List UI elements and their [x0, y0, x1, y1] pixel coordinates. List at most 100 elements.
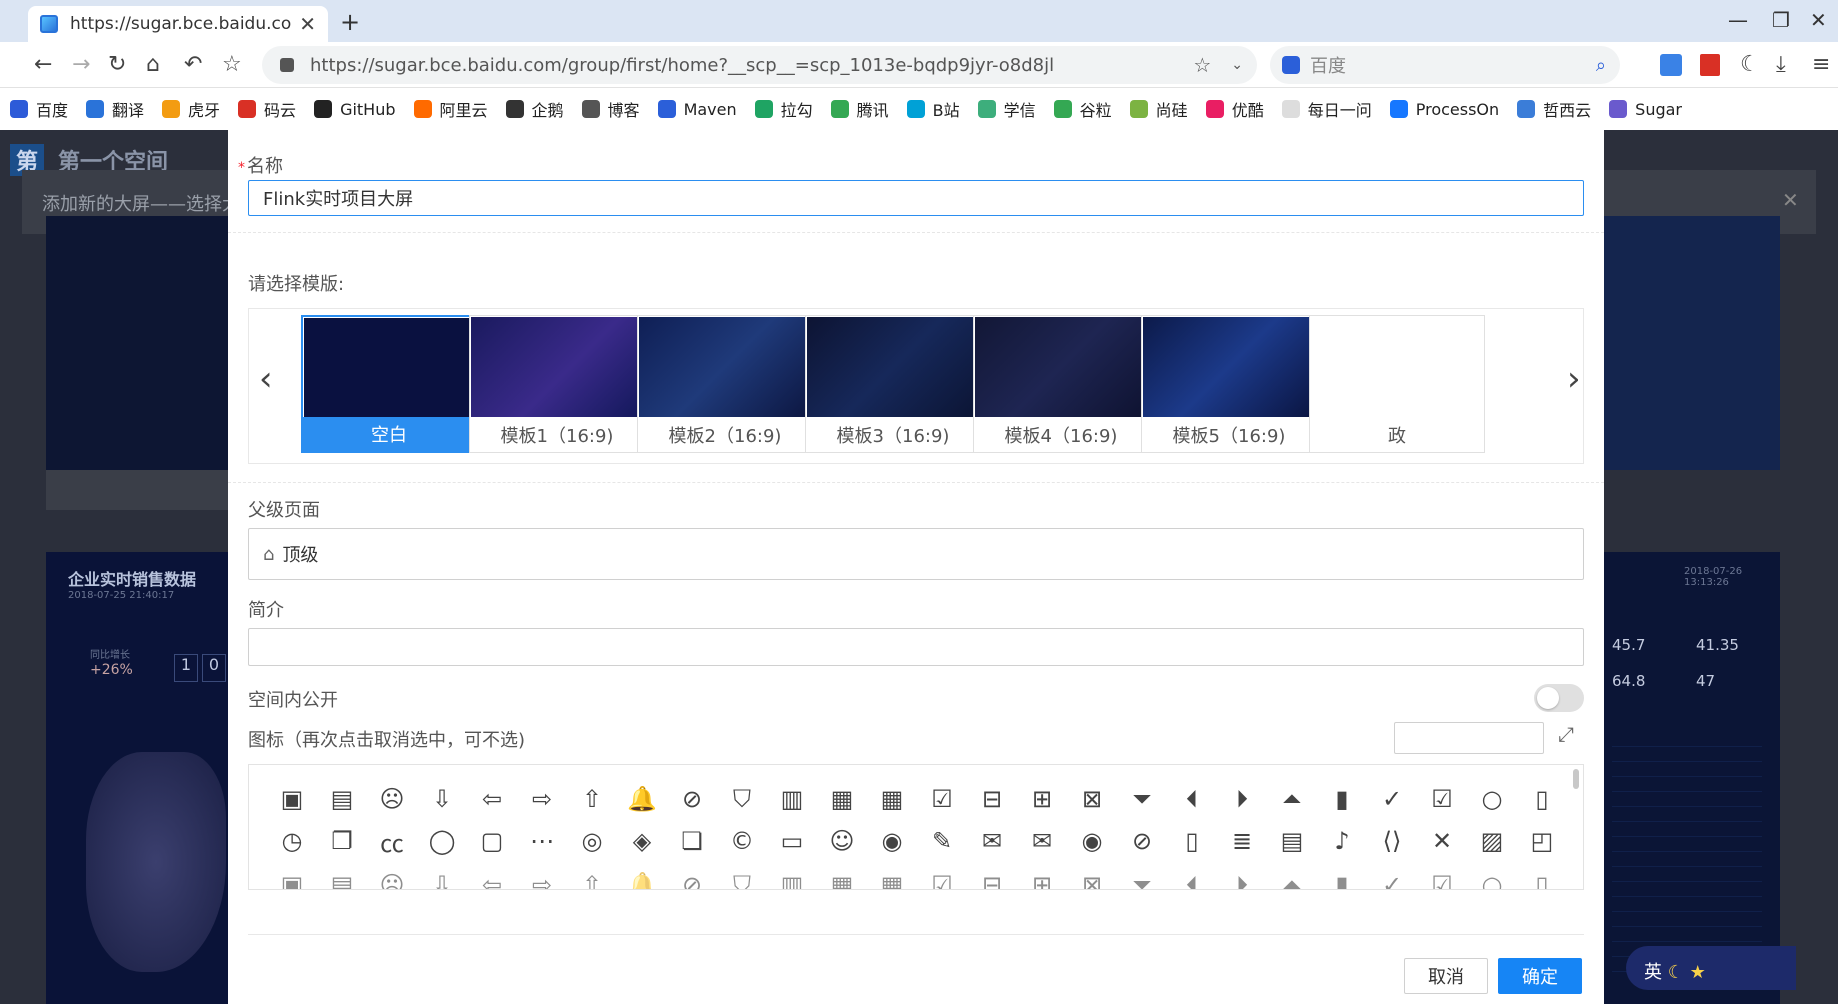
bookmark-12[interactable]: 学信 [977, 97, 1036, 121]
download-icon[interactable]: ⤓ [1776, 52, 1786, 77]
eye-icon[interactable]: ◉ [1067, 821, 1117, 861]
address-bar[interactable]: https://sugar.bce.baidu.com/group/first/… [262, 46, 1257, 84]
frown-icon[interactable]: ☹ [367, 779, 417, 819]
calendar-icon[interactable]: ▦ [817, 865, 867, 889]
back-icon[interactable]: ← [34, 52, 52, 77]
dizzy-icon[interactable]: ☺ [817, 821, 867, 861]
building-icon[interactable]: ▥ [767, 865, 817, 889]
file-code-icon[interactable]: ⟨⟩ [1367, 821, 1417, 861]
arrow-circle-down-icon[interactable]: ⇩ [417, 865, 467, 889]
file-image-icon[interactable]: ▨ [1467, 821, 1517, 861]
calendar-plus-icon[interactable]: ⊞ [1017, 779, 1067, 819]
bookmark-7[interactable]: 博客 [581, 97, 640, 121]
calendar-check-icon[interactable]: ☑ [917, 779, 967, 819]
comment-icon[interactable]: ◯ [417, 821, 467, 861]
star-icon[interactable]: ☆ [222, 52, 242, 77]
caret-square-left-icon[interactable]: ⏴ [1167, 779, 1217, 819]
bookmark-10[interactable]: 腾讯 [830, 97, 889, 121]
calendar-grid-icon[interactable]: ▦ [867, 865, 917, 889]
browser-tab[interactable]: https://sugar.bce.baidu.com/g ✕ [28, 6, 328, 42]
envelope-icon[interactable]: ✉ [967, 821, 1017, 861]
arrow-circle-up-icon[interactable]: ⇧ [567, 779, 617, 819]
bookmark-11[interactable]: B站 [906, 97, 960, 121]
check-square-icon[interactable]: ☑ [1417, 779, 1467, 819]
bookmark-15[interactable]: 优酷 [1205, 97, 1264, 121]
check-circle-icon[interactable]: ✓ [1367, 865, 1417, 889]
search-box[interactable]: 百度 ⌕ [1270, 46, 1620, 84]
dot-circle-icon[interactable]: ◉ [867, 821, 917, 861]
minimize-icon[interactable]: — [1728, 8, 1748, 32]
arrow-circle-left-icon[interactable]: ⇦ [467, 865, 517, 889]
bookmark-17[interactable]: ProcessOn [1389, 100, 1499, 119]
calendar-x-icon[interactable]: ⊠ [1067, 865, 1117, 889]
edit-icon[interactable]: ✎ [917, 821, 967, 861]
public-toggle[interactable] [1534, 684, 1584, 712]
arrow-circle-up-icon[interactable]: ⇧ [567, 865, 617, 889]
envelope-open-icon[interactable]: ✉ [1017, 821, 1067, 861]
close-window-icon[interactable]: ✕ [1810, 8, 1827, 32]
clock-icon[interactable]: ◷ [267, 821, 317, 861]
ime-indicator[interactable]: 英 ☾ ★ [1626, 946, 1796, 990]
close-tab-icon[interactable]: ✕ [299, 12, 316, 36]
icon-search-input[interactable] [1394, 722, 1544, 754]
closed-caption-icon[interactable]: ㏄ [367, 821, 417, 861]
calendar-plus-icon[interactable]: ⊞ [1017, 865, 1067, 889]
template-card-6[interactable]: 政 [1309, 315, 1485, 453]
caret-square-down-icon[interactable]: ⏷ [1117, 865, 1167, 889]
copyright-icon[interactable]: © [717, 821, 767, 861]
caret-square-up-icon[interactable]: ⏶ [1267, 779, 1317, 819]
icon-picker-scrollbar[interactable] [1573, 769, 1579, 789]
bell-icon[interactable]: 🔔 [617, 865, 667, 889]
arrow-circle-right-icon[interactable]: ⇨ [517, 865, 567, 889]
building-icon[interactable]: ▥ [767, 779, 817, 819]
arrow-circle-right-icon[interactable]: ⇨ [517, 779, 567, 819]
template-card-1[interactable]: 模板1（16:9) [469, 315, 645, 453]
bookmark-2[interactable]: 虎牙 [162, 97, 220, 121]
bookmark-14[interactable]: 尚硅 [1129, 97, 1188, 121]
copy-icon[interactable]: ❏ [667, 821, 717, 861]
bookmark-18[interactable]: 哲西云 [1517, 97, 1591, 121]
moon-icon[interactable]: ☾ [1740, 52, 1760, 77]
forward-icon[interactable]: → [72, 52, 90, 77]
carousel-next-icon[interactable]: › [1567, 359, 1581, 399]
circle-icon[interactable]: ○ [1467, 865, 1517, 889]
expand-icon[interactable]: ⤢ [1558, 722, 1574, 746]
calendar-grid-icon[interactable]: ▦ [867, 779, 917, 819]
frown-icon[interactable]: ☹ [367, 865, 417, 889]
template-card-0[interactable]: 空白 [301, 315, 477, 453]
id-card-icon[interactable]: ▤ [317, 779, 367, 819]
caret-square-right-icon[interactable]: ⏵ [1217, 865, 1267, 889]
bookmark-9[interactable]: 拉勾 [754, 97, 813, 121]
clipboard-icon[interactable]: ▯ [1517, 865, 1567, 889]
calendar-minus-icon[interactable]: ⊟ [967, 865, 1017, 889]
calendar-check-icon[interactable]: ☑ [917, 865, 967, 889]
contact-book-icon[interactable]: ▣ [267, 779, 317, 819]
name-input[interactable]: Flink实时项目大屏 [248, 180, 1584, 216]
eye-slash-icon[interactable]: ⊘ [1117, 821, 1167, 861]
reload-icon[interactable]: ↻ [108, 52, 126, 77]
calendar-icon[interactable]: ▦ [817, 779, 867, 819]
calendar-minus-icon[interactable]: ⊟ [967, 779, 1017, 819]
file-text-icon[interactable]: ≣ [1217, 821, 1267, 861]
carousel-prev-icon[interactable]: ‹ [259, 359, 273, 399]
credit-card-icon[interactable]: ▭ [767, 821, 817, 861]
bookmark-0[interactable]: 百度 [10, 97, 68, 121]
clipboard-icon[interactable]: ▯ [1517, 779, 1567, 819]
caret-square-down-icon[interactable]: ⏷ [1117, 779, 1167, 819]
bookmark-1[interactable]: 翻译 [86, 97, 144, 121]
template-card-4[interactable]: 模板4（16:9) [973, 315, 1149, 453]
bookmark-3[interactable]: 码云 [238, 97, 296, 121]
check-circle-icon[interactable]: ✓ [1367, 779, 1417, 819]
translate-icon[interactable] [1660, 54, 1682, 76]
circle-icon[interactable]: ○ [1467, 779, 1517, 819]
contact-book-icon[interactable]: ▣ [267, 865, 317, 889]
bookmark-icon[interactable]: ⛉ [717, 865, 767, 889]
file-audio-icon[interactable]: ♪ [1317, 821, 1367, 861]
bookmark-16[interactable]: 每日一问 [1281, 97, 1372, 121]
bookmark-8[interactable]: Maven [657, 100, 737, 119]
menu-icon[interactable]: ≡ [1812, 52, 1830, 77]
arrow-circle-left-icon[interactable]: ⇦ [467, 779, 517, 819]
home-icon[interactable]: ⌂ [146, 52, 160, 77]
pdf-icon[interactable] [1700, 54, 1720, 76]
cancel-button[interactable]: 取消 [1404, 958, 1488, 994]
